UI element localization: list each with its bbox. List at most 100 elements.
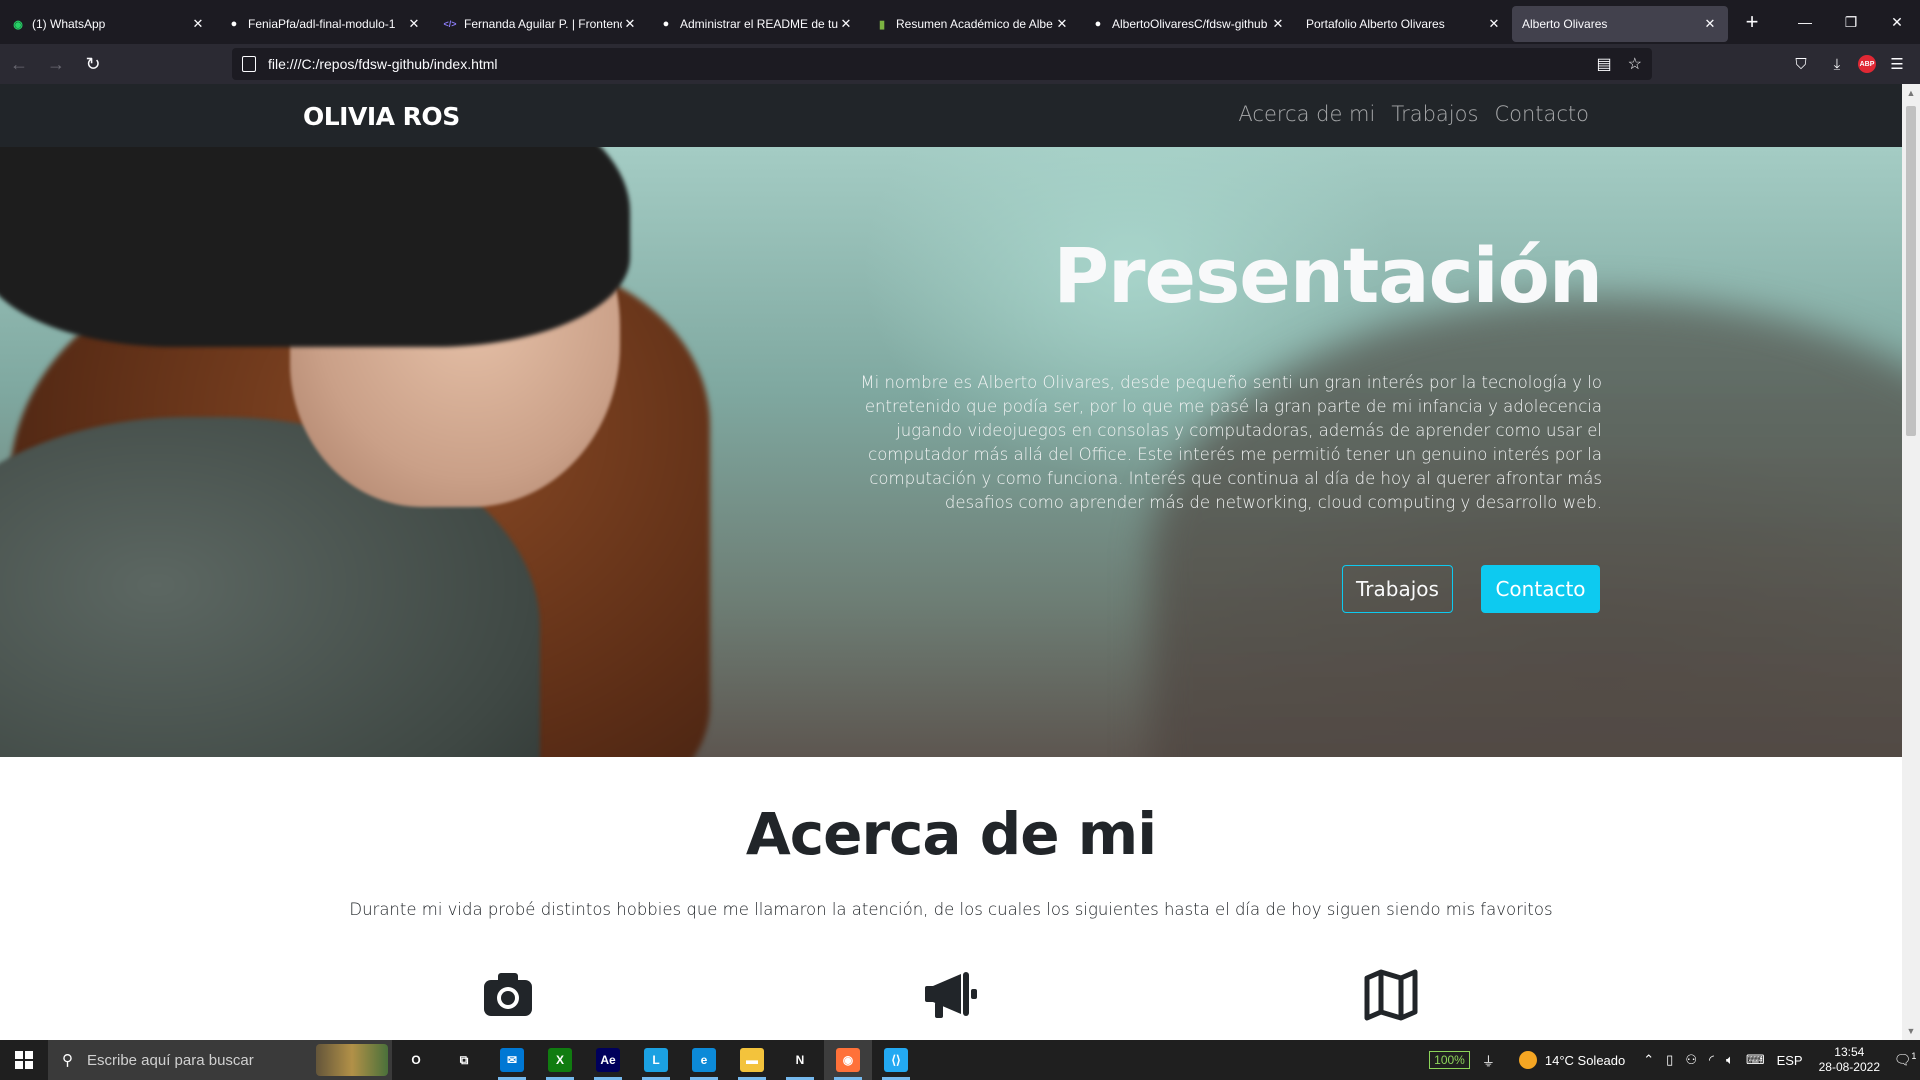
browser-tab[interactable]: ▮ Resumen Académico de Albe ✕: [864, 6, 1080, 42]
pocket-icon[interactable]: ⛉: [1786, 48, 1816, 80]
menu-icon[interactable]: ☰: [1882, 48, 1912, 80]
tab-close-icon[interactable]: ✕: [838, 16, 854, 32]
hero-text: Mi nombre es Alberto Olivares, desde peq…: [860, 373, 1602, 512]
site-nav-links: Acerca de mi Trabajos Contacto: [1238, 102, 1589, 126]
scroll-down-icon[interactable]: ▼: [1902, 1022, 1920, 1040]
tab-title: Portafolio Alberto Olivares: [1306, 17, 1445, 31]
github-icon: ●: [662, 18, 670, 30]
tab-close-icon[interactable]: ✕: [622, 16, 638, 32]
restore-icon[interactable]: ❐: [1828, 0, 1874, 44]
language-indicator[interactable]: ESP: [1777, 1053, 1803, 1068]
tab-title: Administrar el README de tu: [680, 17, 838, 31]
tab-close-icon[interactable]: ✕: [190, 16, 206, 32]
tab-title: FeniaPfa/adl-final-modulo-1: [248, 17, 396, 31]
volume-icon[interactable]: 🔈︎: [1726, 1052, 1734, 1068]
reload-icon[interactable]: ↻: [75, 48, 111, 80]
whatsapp-icon: ◉: [13, 18, 23, 31]
vscode-icon[interactable]: ⟨⟩: [872, 1040, 920, 1080]
task-view-icon[interactable]: ⧉: [440, 1040, 488, 1080]
system-tray: 100% ⏚ 14°C Soleado ⌃ ▯ ⚇ ◜ 🔈︎ ⌨ ESP 13:…: [1429, 1040, 1920, 1080]
browser-tab[interactable]: </> Fernanda Aguilar P. | Frontend ✕: [432, 6, 648, 42]
browser-tab[interactable]: ● AlbertoOlivaresC/fdsw-github ✕: [1080, 6, 1296, 42]
about-title: Acerca de mi: [745, 800, 1157, 868]
show-hidden-icons-icon[interactable]: ⌃: [1643, 1052, 1654, 1068]
people-icon[interactable]: ⚇: [1685, 1052, 1697, 1068]
xbox-icon[interactable]: X: [536, 1040, 584, 1080]
windows-logo-icon: [15, 1051, 33, 1069]
page-icon: [242, 56, 256, 72]
battery-indicator[interactable]: 100%: [1429, 1051, 1470, 1069]
scrollbar-thumb[interactable]: [1906, 106, 1916, 436]
notification-count: 1: [1911, 1051, 1917, 1062]
back-icon[interactable]: ←: [1, 48, 37, 80]
taskbar-search-box[interactable]: ⚲ Escribe aquí para buscar: [48, 1040, 392, 1080]
keyboard-icon[interactable]: ⌨: [1746, 1052, 1765, 1068]
file-explorer-icon[interactable]: ▬: [728, 1040, 776, 1080]
mail-glyph: ✉: [500, 1048, 524, 1072]
after-effects-glyph: Ae: [596, 1048, 620, 1072]
notion-icon[interactable]: N: [776, 1040, 824, 1080]
search-icon: ⚲: [62, 1052, 73, 1069]
nav-link-works[interactable]: Trabajos: [1391, 102, 1478, 126]
l-app-icon[interactable]: L: [632, 1040, 680, 1080]
downloads-icon[interactable]: ⤓: [1822, 48, 1852, 80]
tab-title: (1) WhatsApp: [32, 17, 106, 31]
tab-title: Alberto Olivares: [1522, 17, 1608, 31]
clock-date: 28-08-2022: [1818, 1060, 1880, 1074]
page-scrollbar[interactable]: ▲ ▼: [1902, 84, 1920, 1040]
start-button[interactable]: [0, 1040, 48, 1080]
browser-tab[interactable]: Portafolio Alberto Olivares ✕: [1296, 6, 1512, 42]
after-effects-icon[interactable]: Ae: [584, 1040, 632, 1080]
clock-time: 13:54: [1834, 1045, 1865, 1059]
url-text[interactable]: file:///C:/repos/fdsw-github/index.html: [268, 56, 498, 72]
map-icon: [1364, 969, 1418, 1021]
site-navbar: OLIVIA ROS Acerca de mi Trabajos Contact…: [0, 84, 1902, 147]
mail-icon[interactable]: ✉: [488, 1040, 536, 1080]
plug-icon: ⏚: [1481, 1053, 1495, 1069]
wifi-icon[interactable]: ◜: [1709, 1052, 1714, 1068]
minimize-icon[interactable]: —: [1782, 0, 1828, 44]
works-button[interactable]: Trabajos: [1342, 565, 1453, 613]
tab-close-icon[interactable]: ✕: [1054, 16, 1070, 32]
tab-close-icon[interactable]: ✕: [1702, 16, 1718, 32]
scroll-up-icon[interactable]: ▲: [1902, 84, 1920, 102]
bookmark-star-icon[interactable]: ☆: [1628, 54, 1642, 74]
contact-button[interactable]: Contacto: [1481, 565, 1600, 613]
browser-tab[interactable]: ● FeniaPfa/adl-final-modulo-1 ✕: [216, 6, 432, 42]
tab-close-icon[interactable]: ✕: [1270, 16, 1286, 32]
tab-close-icon[interactable]: ✕: [1486, 16, 1502, 32]
notifications-icon[interactable]: 🗨︎1: [1890, 1051, 1920, 1069]
vscode-glyph: ⟨⟩: [884, 1048, 908, 1072]
browser-tab[interactable]: Alberto Olivares ✕: [1512, 6, 1728, 42]
url-bar[interactable]: file:///C:/repos/fdsw-github/index.html …: [232, 48, 1652, 80]
window-controls: — ❐ ✕: [1782, 0, 1920, 44]
nav-link-contact[interactable]: Contacto: [1494, 102, 1589, 126]
github-icon: ●: [1094, 18, 1102, 30]
hero-background-mountain: [1150, 297, 1902, 757]
megaphone-icon: [925, 972, 977, 1018]
firefox-icon[interactable]: ◉: [824, 1040, 872, 1080]
toolbar-right: ⛉ ⤓ ABP ☰: [1786, 48, 1912, 80]
xbox-glyph: X: [548, 1048, 572, 1072]
site-brand[interactable]: OLIVIA ROS: [303, 102, 460, 131]
weather-sun-icon[interactable]: [1518, 1051, 1537, 1069]
tab-close-icon[interactable]: ✕: [406, 16, 422, 32]
device-icon[interactable]: ▯: [1666, 1052, 1673, 1068]
forward-icon[interactable]: →: [38, 48, 74, 80]
adblock-icon[interactable]: ABP: [1858, 55, 1876, 73]
close-window-icon[interactable]: ✕: [1874, 0, 1920, 44]
firefox-glyph: ◉: [836, 1048, 860, 1072]
taskbar-clock[interactable]: 13:54 28-08-2022: [1819, 1045, 1880, 1075]
new-tab-button[interactable]: +: [1734, 4, 1770, 40]
camera-icon: [484, 973, 532, 1016]
browser-tab[interactable]: ● Administrar el README de tu ✕: [648, 6, 864, 42]
reader-view-icon[interactable]: ▤: [1597, 54, 1612, 74]
task-view-glyph: ⧉: [459, 1052, 469, 1067]
edge-icon[interactable]: e: [680, 1040, 728, 1080]
nav-link-about[interactable]: Acerca de mi: [1238, 102, 1375, 126]
windows-taskbar: ⚲ Escribe aquí para buscar O ⧉ ✉ X Ae Le ▬ N ◉ ⟨⟩…: [0, 1040, 1920, 1080]
cortana-icon[interactable]: O: [392, 1040, 440, 1080]
edge-glyph: e: [692, 1048, 716, 1072]
weather-text[interactable]: 14°C Soleado: [1545, 1053, 1625, 1068]
browser-tab[interactable]: ◉ (1) WhatsApp ✕: [0, 6, 216, 42]
